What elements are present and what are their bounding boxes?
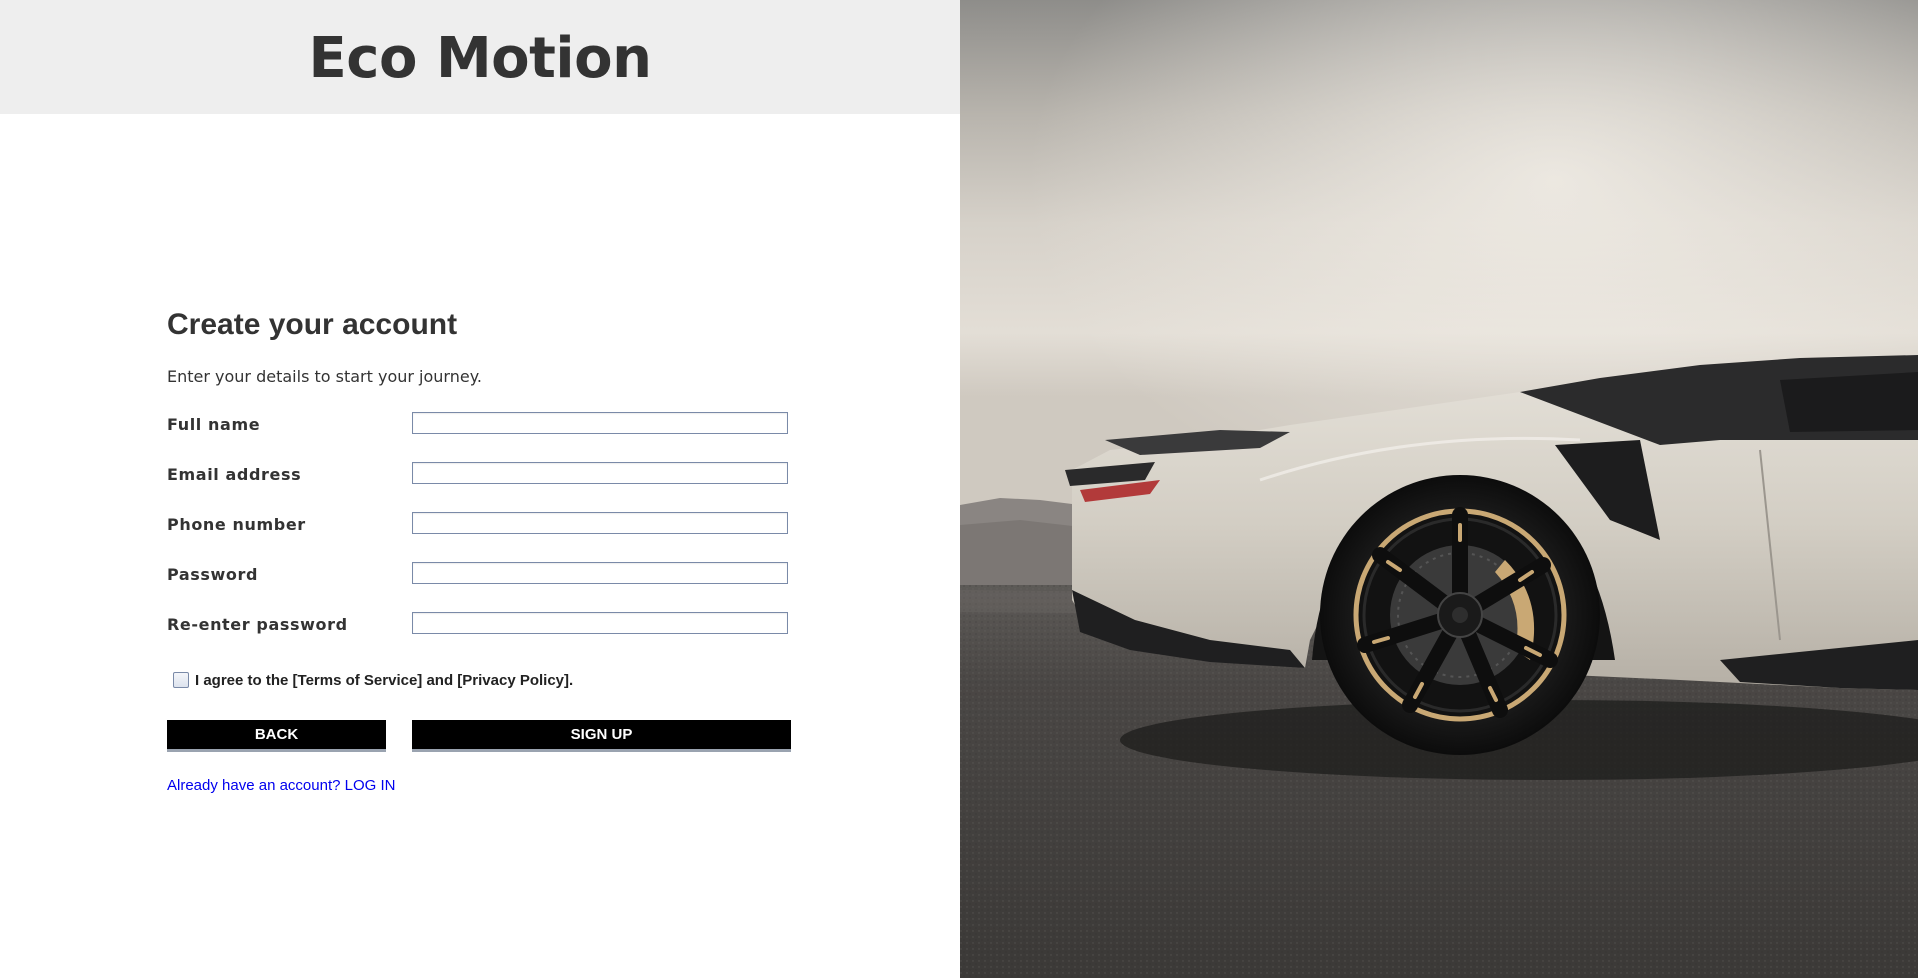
email-label: Email address bbox=[167, 465, 302, 484]
full-name-row: Full name bbox=[167, 412, 792, 440]
confirm-password-row: Re-enter password bbox=[167, 612, 792, 640]
confirm-password-label: Re-enter password bbox=[167, 615, 348, 634]
terms-checkbox[interactable] bbox=[173, 672, 189, 688]
phone-row: Phone number bbox=[167, 512, 792, 540]
page-subtitle: Enter your details to start your journey… bbox=[167, 367, 482, 386]
password-row: Password bbox=[167, 562, 792, 590]
full-name-label: Full name bbox=[167, 415, 261, 434]
header-bar: Eco Motion bbox=[0, 0, 960, 114]
email-row: Email address bbox=[167, 462, 792, 490]
signup-form: Create your account Enter your details t… bbox=[167, 300, 792, 794]
password-label: Password bbox=[167, 565, 259, 584]
terms-label: I agree to the [Terms of Service] and [P… bbox=[195, 671, 574, 689]
back-button[interactable]: BACK bbox=[167, 720, 386, 752]
full-name-input[interactable] bbox=[412, 412, 788, 434]
brand-logo-text: Eco Motion bbox=[308, 25, 652, 91]
phone-input[interactable] bbox=[412, 512, 788, 534]
terms-agree-row: I agree to the [Terms of Service] and [P… bbox=[173, 670, 573, 690]
login-link[interactable]: Already have an account? LOG IN bbox=[167, 777, 395, 794]
page-title: Create your account bbox=[167, 308, 458, 341]
hero-image bbox=[960, 0, 1918, 978]
sign-up-button[interactable]: SIGN UP bbox=[412, 720, 791, 752]
email-input[interactable] bbox=[412, 462, 788, 484]
signup-page: Eco Motion Create your account Enter you… bbox=[0, 0, 1918, 978]
confirm-password-input[interactable] bbox=[412, 612, 788, 634]
password-input[interactable] bbox=[412, 562, 788, 584]
car-photo bbox=[960, 0, 1918, 978]
phone-label: Phone number bbox=[167, 515, 306, 534]
form-panel: Eco Motion Create your account Enter you… bbox=[0, 0, 960, 978]
